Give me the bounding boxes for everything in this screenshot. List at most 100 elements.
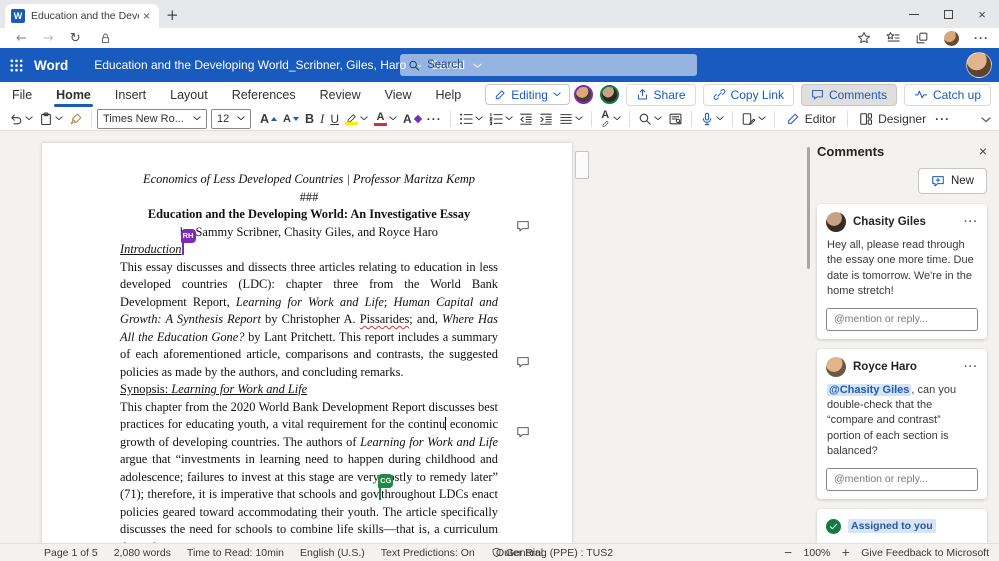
font-color-button[interactable]: A <box>371 108 400 129</box>
address-bar[interactable] <box>99 32 112 45</box>
app-launcher-icon[interactable] <box>9 58 24 73</box>
dictate-button[interactable] <box>697 108 727 129</box>
browser-profile-avatar[interactable] <box>944 31 959 46</box>
align-justify-icon <box>559 112 573 126</box>
feedback-link[interactable]: Give Feedback to Microsoft <box>861 547 989 559</box>
tab-review[interactable]: Review <box>308 82 373 107</box>
chevron-down-icon <box>654 116 662 121</box>
mention-chip[interactable]: @Chasity Giles <box>827 384 911 396</box>
format-painter-button[interactable] <box>66 108 86 129</box>
chevron-down-icon <box>758 116 766 121</box>
document-scrollbar-thumb[interactable] <box>575 151 589 179</box>
status-predictions[interactable]: Text Predictions: On <box>381 547 475 559</box>
tab-close-button[interactable]: × <box>143 9 150 23</box>
reply-input[interactable] <box>826 308 978 331</box>
comments-button[interactable]: Comments <box>801 84 897 106</box>
collapse-ribbon-button[interactable] <box>981 112 991 126</box>
refresh-button[interactable]: ↻ <box>70 31 81 46</box>
tab-layout[interactable]: Layout <box>158 82 220 107</box>
undo-button[interactable] <box>6 108 36 129</box>
favorites-list-icon[interactable] <box>886 31 900 45</box>
comment-card[interactable]: Royce Haro ··· @Chasity Giles, can you d… <box>817 349 987 499</box>
new-tab-button[interactable]: + <box>166 6 179 24</box>
font-size-select[interactable]: 12 <box>211 109 251 129</box>
status-page[interactable]: Page 1 of 5 <box>44 547 98 559</box>
tab-home[interactable]: Home <box>44 82 103 107</box>
tab-insert[interactable]: Insert <box>103 82 158 107</box>
tab-file[interactable]: File <box>0 82 44 107</box>
comment-menu-button[interactable]: ··· <box>964 216 978 228</box>
alignment-button[interactable] <box>556 108 586 129</box>
avatar-royce <box>826 357 846 377</box>
window-close-button[interactable]: × <box>965 0 999 28</box>
zoom-out-button[interactable]: − <box>784 547 793 559</box>
ink-editor-button[interactable] <box>738 108 769 129</box>
comment-text: @Chasity Giles, can you double-check tha… <box>827 383 977 460</box>
tab-help[interactable]: Help <box>424 82 474 107</box>
font-name-select[interactable]: Times New Ro... <box>97 109 207 129</box>
misspelled-word: Pissarides <box>360 312 410 326</box>
document-page[interactable]: Economics of Less Developed Countries | … <box>42 143 572 543</box>
header-profile-avatar[interactable] <box>966 52 992 78</box>
italic-button[interactable]: I <box>317 108 327 129</box>
share-button[interactable]: Share <box>626 84 696 106</box>
grow-font-button[interactable]: A <box>257 108 280 129</box>
comment-card[interactable]: Assigned to you Chasity Giles @Sammy, I … <box>817 509 987 543</box>
app-name[interactable]: Word <box>34 58 68 73</box>
reply-input[interactable] <box>826 468 978 491</box>
bullets-button[interactable] <box>456 108 486 129</box>
presence-avatar-chasity[interactable] <box>600 85 619 104</box>
collections-icon[interactable] <box>915 31 929 45</box>
find-button[interactable] <box>635 108 665 129</box>
forward-button[interactable]: → <box>43 31 54 46</box>
window-maximize-button[interactable] <box>931 0 965 28</box>
status-words[interactable]: 2,080 words <box>114 547 171 559</box>
search-input[interactable] <box>427 59 689 71</box>
increase-indent-button[interactable] <box>536 108 556 129</box>
bold-button[interactable]: B <box>302 108 317 129</box>
comment-card[interactable]: Chasity Giles ··· Hey all, please read t… <box>817 204 987 339</box>
browser-tab-bar: W Education and the Developing W × + × <box>0 0 999 28</box>
comment-menu-button[interactable]: ··· <box>964 361 978 373</box>
intro-paragraph[interactable]: This essay discusses and dissects three … <box>120 259 498 382</box>
margin-comment-icon[interactable] <box>516 355 530 369</box>
zoom-level[interactable]: 100% <box>804 547 831 559</box>
toolbar-overflow-button[interactable]: ··· <box>932 108 953 129</box>
ribbon-tabs-row: File Home Insert Layout References Revie… <box>0 82 999 107</box>
close-comments-button[interactable]: × <box>979 143 987 159</box>
numbering-button[interactable] <box>486 108 516 129</box>
tab-references[interactable]: References <box>220 82 308 107</box>
header-search[interactable] <box>400 54 697 76</box>
highlight-button[interactable] <box>342 108 371 129</box>
editor-button[interactable]: Editor <box>780 112 842 126</box>
shrink-font-button[interactable]: A <box>280 108 302 129</box>
immersive-reader-button[interactable] <box>665 108 686 129</box>
back-button[interactable]: ← <box>16 31 27 46</box>
decrease-indent-button[interactable] <box>516 108 536 129</box>
margin-comment-icon[interactable] <box>516 219 530 233</box>
favorite-star-icon[interactable] <box>857 31 871 45</box>
comments-panel: Comments × New Chasity Giles ··· Hey all… <box>807 131 999 543</box>
font-overflow-button[interactable]: ··· <box>424 108 445 129</box>
zoom-in-button[interactable]: + <box>841 547 850 559</box>
editing-mode-button[interactable]: Editing <box>485 84 570 105</box>
new-comment-button[interactable]: New <box>918 168 987 194</box>
comment-text: Hey all, please read through the essay o… <box>827 238 977 300</box>
pencil-icon <box>494 89 506 101</box>
styles-button[interactable]: A <box>597 108 624 129</box>
browser-menu-button[interactable]: ··· <box>974 31 989 45</box>
margin-comment-icon[interactable] <box>516 425 530 439</box>
presence-avatar-royce[interactable] <box>574 85 593 104</box>
browser-tab[interactable]: W Education and the Developing W × <box>5 4 159 28</box>
share-icon <box>636 88 649 101</box>
paste-button[interactable] <box>36 108 66 129</box>
underline-button[interactable]: U <box>327 108 342 129</box>
text-effects-button[interactable]: A <box>400 108 424 129</box>
catch-up-button[interactable]: Catch up <box>904 84 991 106</box>
status-language[interactable]: English (U.S.) <box>300 547 365 559</box>
tab-view[interactable]: View <box>373 82 424 107</box>
copy-link-button[interactable]: Copy Link <box>703 84 794 106</box>
synopsis-paragraph[interactable]: This chapter from the 2020 World Bank De… <box>120 399 498 544</box>
window-minimize-button[interactable] <box>897 0 931 28</box>
designer-button[interactable]: Designer <box>853 112 932 126</box>
